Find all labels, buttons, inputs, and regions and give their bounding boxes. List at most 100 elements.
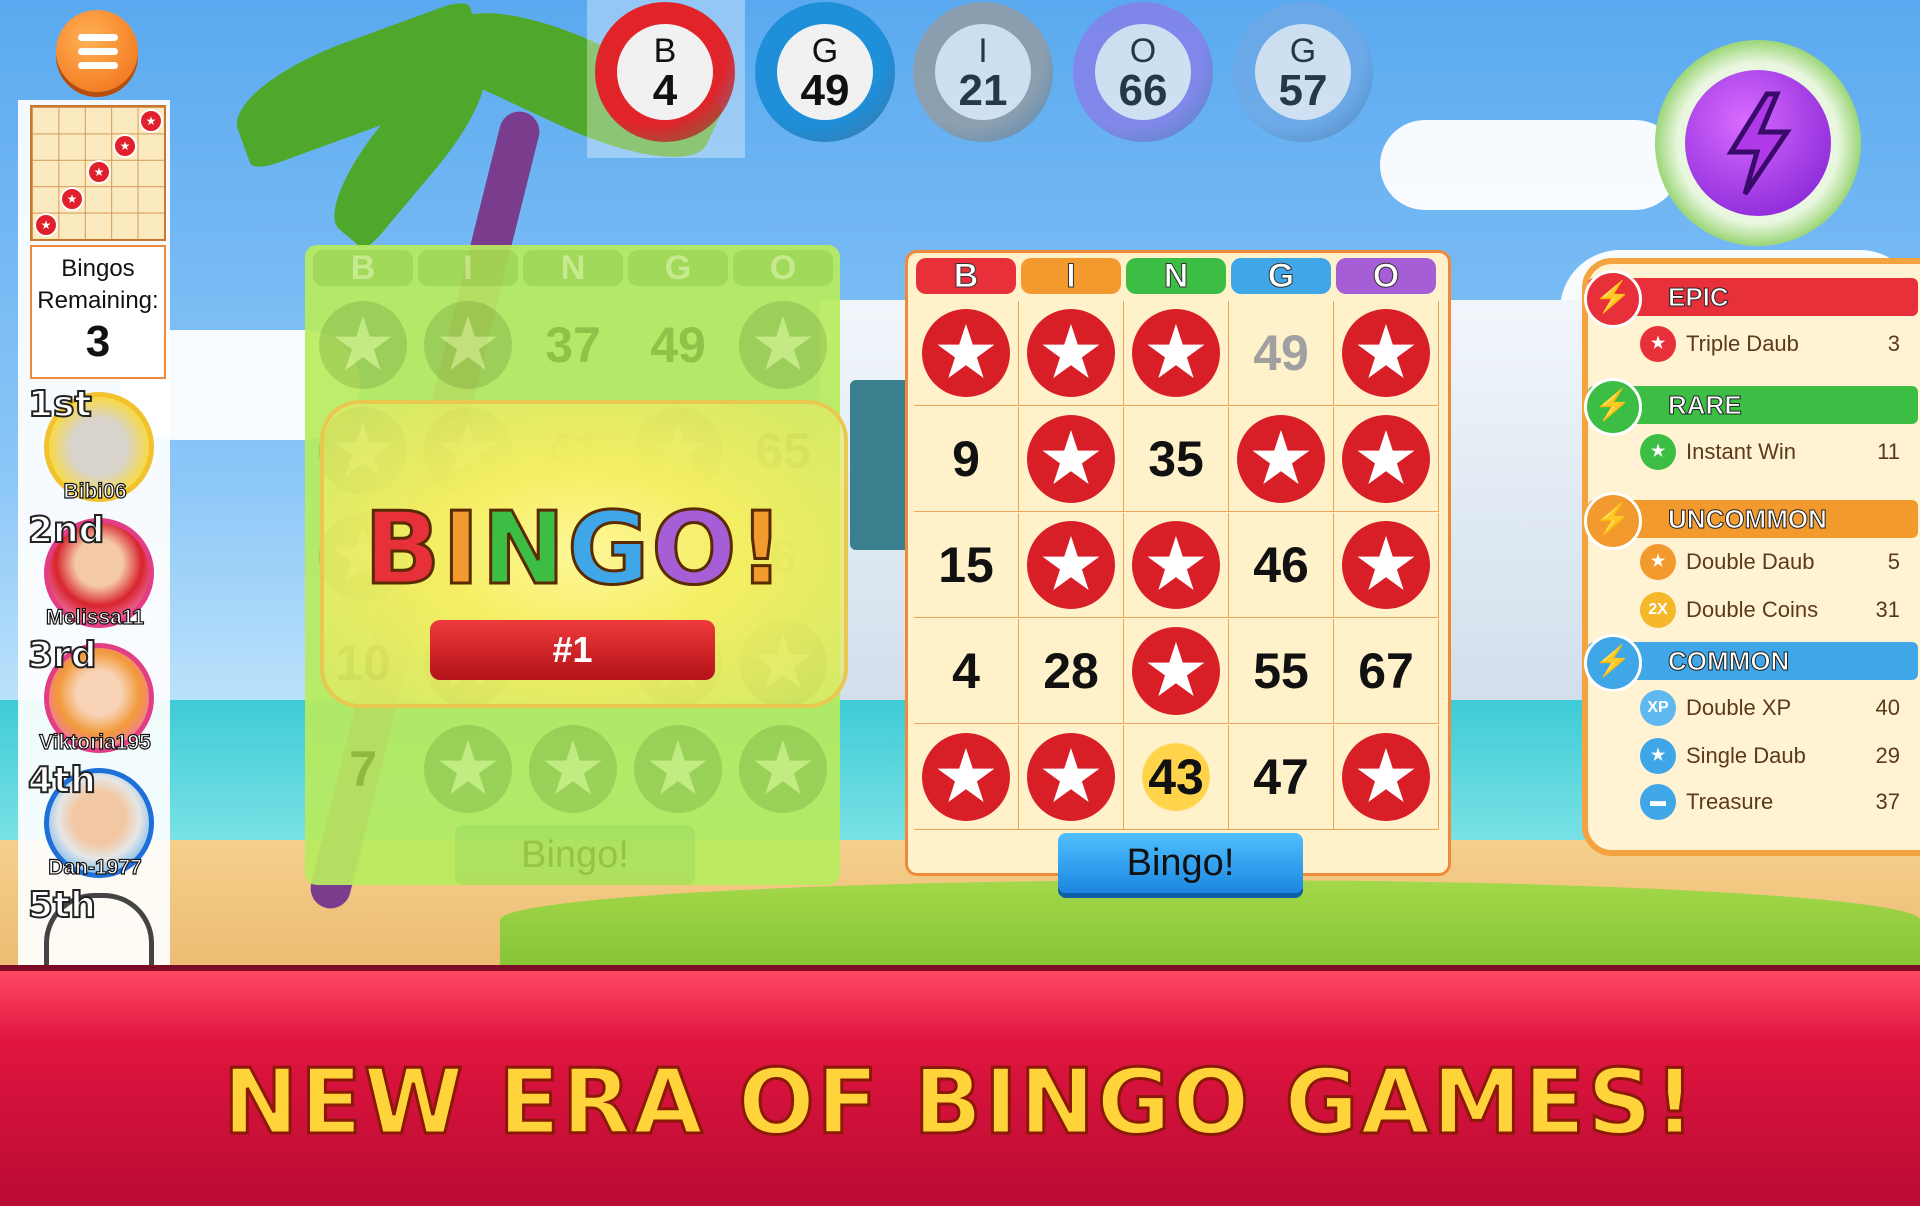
pattern-star-icon: ★ bbox=[139, 109, 163, 133]
card-cell[interactable]: ★ bbox=[1334, 407, 1439, 512]
powerup-item[interactable]: ★ Double Daub 5 bbox=[1640, 542, 1900, 582]
card-cell[interactable]: 49 bbox=[1229, 301, 1334, 406]
card-cell[interactable]: ★ bbox=[1334, 301, 1439, 406]
cloud bbox=[1380, 120, 1680, 210]
bingo-letter: O bbox=[650, 489, 739, 609]
pattern-star-icon: ★ bbox=[87, 160, 111, 184]
bingo-letter: B bbox=[363, 489, 443, 609]
called-ball: O 66 bbox=[1073, 2, 1213, 142]
cell-number: 67 bbox=[1358, 643, 1414, 699]
boost-button[interactable] bbox=[1655, 40, 1861, 246]
card-cell[interactable]: ★ bbox=[914, 725, 1019, 830]
daub-star-icon: ★ bbox=[1342, 309, 1430, 397]
pattern-star-icon: ★ bbox=[34, 213, 58, 237]
ball-letter: B bbox=[653, 32, 677, 70]
powerup-name: Treasure bbox=[1686, 789, 1774, 814]
ball-face: B4 bbox=[617, 24, 713, 120]
rank-label: 5th bbox=[27, 884, 97, 927]
double-xp-icon: XP bbox=[1640, 690, 1676, 726]
card-cell[interactable]: ★ bbox=[1334, 725, 1439, 830]
promo-tagline: NEW ERA OF BINGO GAMES! bbox=[221, 1049, 1698, 1157]
rank-ribbon: #1 bbox=[430, 620, 715, 680]
lightning-icon bbox=[1726, 91, 1792, 196]
cell-number: 46 bbox=[1253, 537, 1309, 593]
called-ball: I 21 bbox=[913, 2, 1053, 142]
card-cell[interactable]: 47 bbox=[1229, 725, 1334, 830]
cell-number: 7 bbox=[349, 741, 377, 797]
powerup-count: 3 bbox=[1887, 331, 1900, 356]
bingo-letter: G bbox=[566, 489, 652, 609]
bingo-letter: N bbox=[480, 489, 568, 609]
card-cell[interactable]: 9 bbox=[914, 407, 1019, 512]
cell-number: 55 bbox=[1253, 643, 1309, 699]
player-name: Melissa11 bbox=[45, 605, 145, 629]
powerup-name: Double XP bbox=[1686, 695, 1792, 720]
pattern-star-icon: ★ bbox=[113, 134, 137, 158]
powerup-item[interactable]: ★ Single Daub 29 bbox=[1640, 736, 1900, 776]
card-cell[interactable]: 46 bbox=[1229, 513, 1334, 618]
card-cell: ★ bbox=[521, 717, 625, 821]
column-header: N bbox=[523, 250, 623, 286]
ball-face: G 57 bbox=[1255, 24, 1351, 120]
rank-label: 1st bbox=[27, 383, 93, 426]
card-cell[interactable]: ★ bbox=[1019, 513, 1124, 618]
tier-lightning-icon: ⚡ bbox=[1584, 634, 1642, 692]
bingos-remaining-box: Bingos Remaining: 3 bbox=[30, 245, 166, 379]
cell-number: 49 bbox=[650, 317, 706, 373]
card-cell[interactable]: ★ bbox=[914, 301, 1019, 406]
card-cell[interactable]: 28 bbox=[1019, 619, 1124, 724]
powerup-item[interactable]: 2X Double Coins 31 bbox=[1640, 590, 1900, 630]
rank-label: 2nd bbox=[27, 509, 105, 552]
pattern-star-icon: ★ bbox=[60, 187, 84, 211]
ball-letter: G bbox=[811, 32, 839, 70]
card-cell[interactable]: 67 bbox=[1334, 619, 1439, 724]
card-cell[interactable]: ★ bbox=[1019, 301, 1124, 406]
powerup-item[interactable]: ★ Triple Daub 3 bbox=[1640, 324, 1900, 364]
column-header: G bbox=[628, 250, 728, 286]
column-header: O bbox=[733, 250, 833, 286]
daub-star-icon: ★ bbox=[1132, 627, 1220, 715]
card-cell[interactable]: 15 bbox=[914, 513, 1019, 618]
powerup-count: 31 bbox=[1875, 597, 1900, 622]
ball-number: 21 bbox=[958, 66, 1008, 115]
player-name: Bibi06 bbox=[63, 479, 127, 503]
daub-star-icon: ★ bbox=[1237, 415, 1325, 503]
daub-star-icon: ★ bbox=[1342, 521, 1430, 609]
powerups-panel: EPIC ⚡ ★ Triple Daub 3 RARE ⚡ ★ Instant Win 11 UNC… bbox=[1582, 258, 1920, 856]
card-cell[interactable]: ★ bbox=[1229, 407, 1334, 512]
powerup-item[interactable]: XP Double XP 40 bbox=[1640, 688, 1900, 728]
bingo-letter: I bbox=[441, 489, 482, 609]
called-ball: G 49 bbox=[755, 2, 895, 142]
powerup-item[interactable]: ▬ Treasure 37 bbox=[1640, 782, 1900, 822]
powerup-name: Double Daub bbox=[1686, 549, 1815, 574]
powerup-count: 40 bbox=[1875, 695, 1900, 720]
card-cell: ★ bbox=[731, 717, 835, 821]
cell-number: 49 bbox=[1253, 325, 1309, 381]
card-cell[interactable]: 35 bbox=[1124, 407, 1229, 512]
daub-star-icon: ★ bbox=[1027, 733, 1115, 821]
card-cell[interactable]: ★ bbox=[1019, 725, 1124, 830]
card-cell[interactable]: ★ bbox=[1124, 301, 1229, 406]
win-pattern-grid: ★ ★ ★ ★ ★ bbox=[30, 105, 166, 241]
card-cell[interactable]: ★ bbox=[1124, 619, 1229, 724]
tier-lightning-icon: ⚡ bbox=[1584, 378, 1642, 436]
rank-label: 4th bbox=[27, 759, 97, 802]
card-cell[interactable]: 4 bbox=[914, 619, 1019, 724]
powerup-item[interactable]: ★ Instant Win 11 bbox=[1640, 432, 1900, 472]
card-cell[interactable]: 43 bbox=[1124, 725, 1229, 830]
double-daub-icon: ★ bbox=[1640, 544, 1676, 580]
card-cell[interactable]: ★ bbox=[1019, 407, 1124, 512]
card-cell[interactable]: ★ bbox=[1334, 513, 1439, 618]
ball-number: 49 bbox=[800, 66, 850, 115]
card-cell: ★ bbox=[731, 293, 835, 397]
powerup-count: 29 bbox=[1875, 743, 1900, 768]
card-cell[interactable]: ★ bbox=[1124, 513, 1229, 618]
menu-icon bbox=[78, 62, 118, 69]
card-cell[interactable]: 55 bbox=[1229, 619, 1334, 724]
cell-number: 37 bbox=[545, 317, 601, 373]
column-header: O bbox=[1336, 258, 1436, 295]
menu-button[interactable] bbox=[56, 10, 138, 92]
daub-star-icon: ★ bbox=[739, 725, 827, 813]
bingo-claim-button[interactable]: Bingo! bbox=[1058, 833, 1303, 893]
daub-star-icon: ★ bbox=[739, 301, 827, 389]
